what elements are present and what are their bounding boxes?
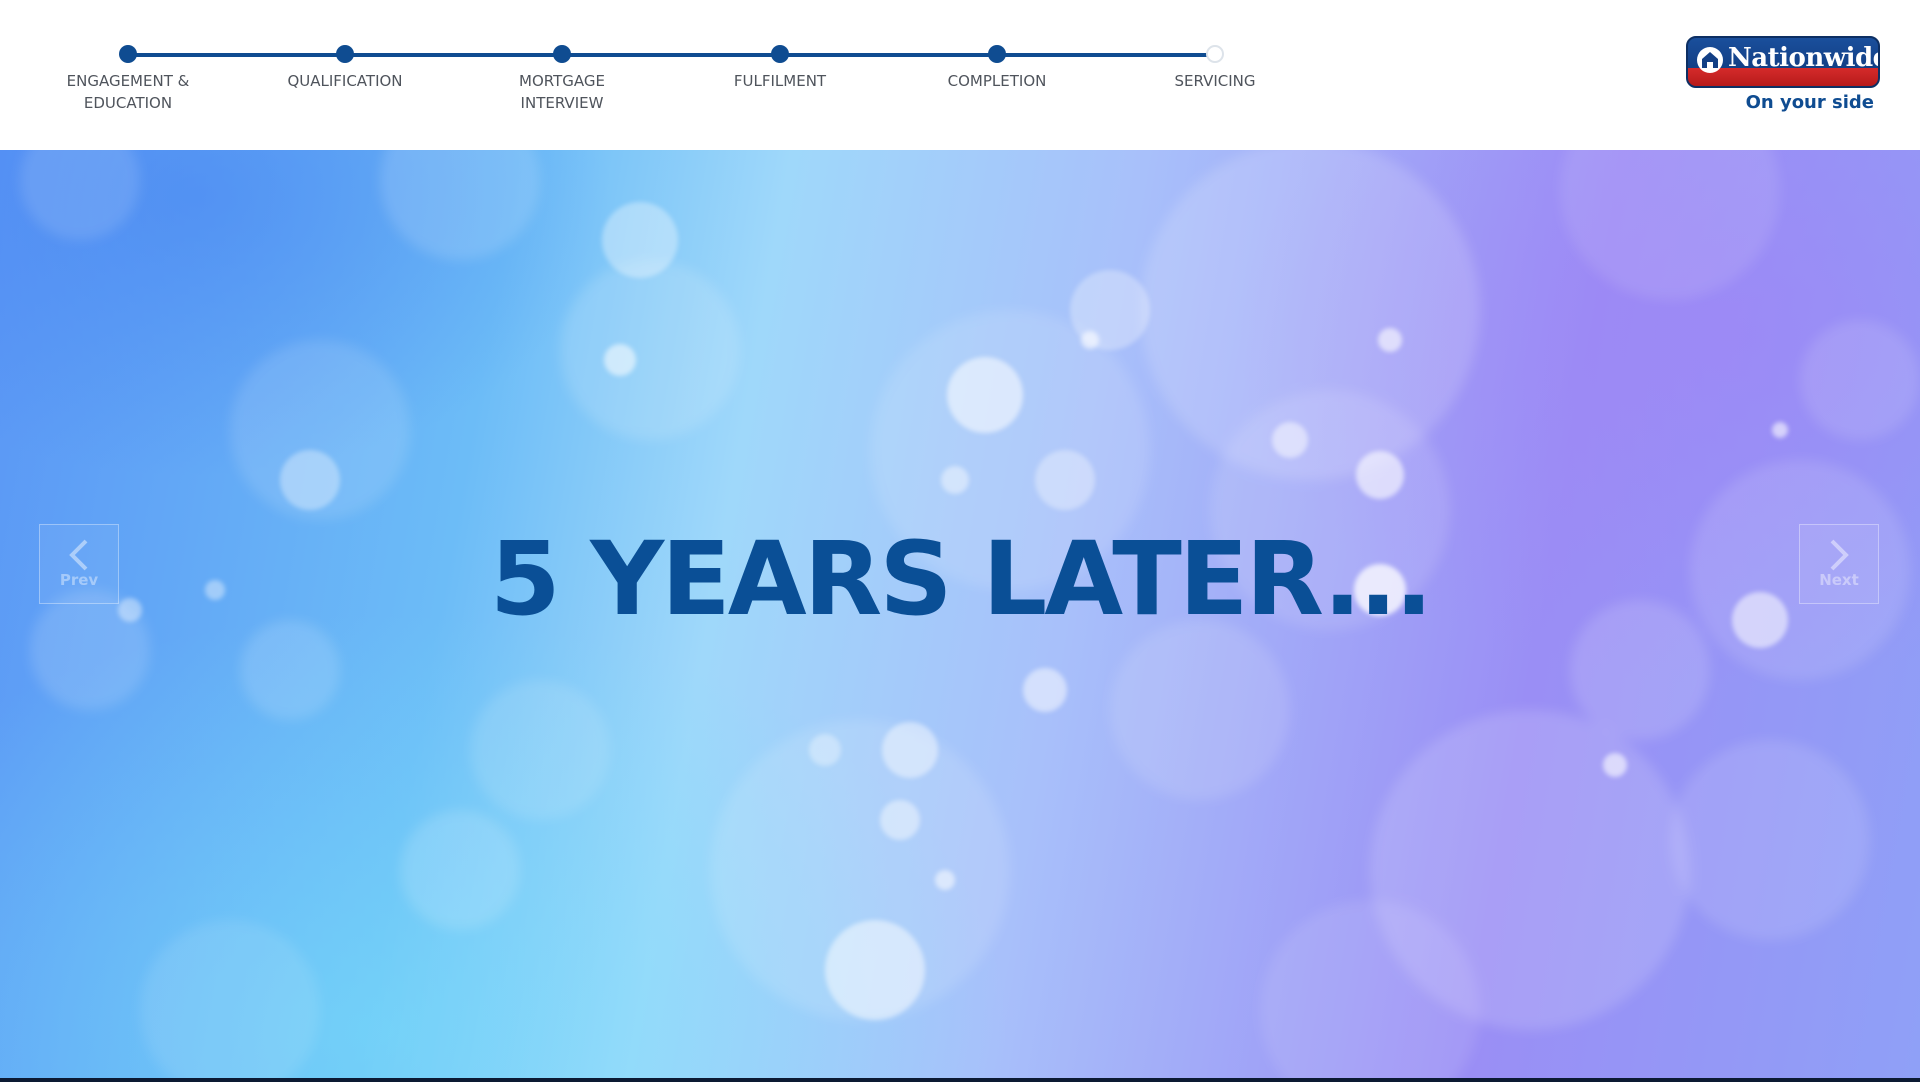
house-icon (1697, 47, 1723, 73)
step-label: MORTGAGE INTERVIEW (519, 72, 605, 112)
logo-badge: Nationwide (1686, 36, 1880, 88)
slide-title: 5 YEARS LATER... (489, 520, 1433, 639)
step-label: COMPLETION (947, 72, 1047, 90)
step-dot (119, 45, 137, 63)
step-label: ENGAGEMENT & EDUCATION (66, 72, 190, 112)
step-mortgage-interview[interactable]: MORTGAGE INTERVIEW (462, 45, 662, 114)
presentation-page: ENGAGEMENT & EDUCATION QUALIFICATION MOR… (0, 0, 1920, 1082)
step-label: QUALIFICATION (287, 72, 403, 90)
nationwide-logo: Nationwide On your side (1686, 36, 1882, 113)
step-engagement-education[interactable]: ENGAGEMENT & EDUCATION (28, 45, 228, 114)
step-dot-pending (1206, 45, 1224, 63)
header: ENGAGEMENT & EDUCATION QUALIFICATION MOR… (0, 0, 1920, 150)
step-completion[interactable]: COMPLETION (897, 45, 1097, 92)
step-dot (771, 45, 789, 63)
step-dot (988, 45, 1006, 63)
step-qualification[interactable]: QUALIFICATION (245, 45, 445, 92)
hero-background: Prev Next 5 YEARS LATER... (0, 150, 1920, 1078)
bottom-bar (0, 1078, 1920, 1082)
step-dot (553, 45, 571, 63)
logo-tagline: On your side (1745, 92, 1874, 113)
step-label: SERVICING (1174, 72, 1256, 90)
step-label: FULFILMENT (733, 72, 827, 90)
step-fulfilment[interactable]: FULFILMENT (680, 45, 880, 92)
step-dot (336, 45, 354, 63)
logo-wordmark: Nationwide (1728, 43, 1880, 73)
step-servicing[interactable]: SERVICING (1115, 45, 1315, 92)
